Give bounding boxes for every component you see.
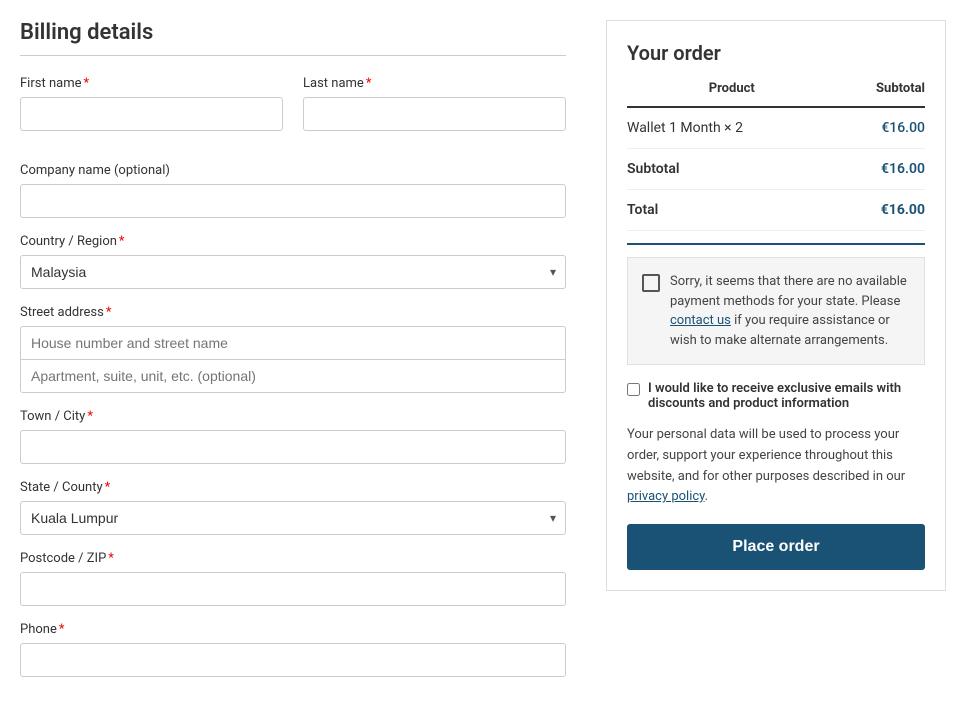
phone-required: * (59, 622, 65, 637)
subtotal-row: Subtotal €16.00 (627, 149, 925, 190)
street-group: Street address* (20, 305, 566, 393)
postcode-group: Postcode / ZIP* (20, 551, 566, 606)
page-container: Billing details First name* Last name* C… (20, 20, 946, 693)
notice-icon-inner (642, 274, 660, 292)
state-select[interactable]: Kuala Lumpur Selangor Penang Johor Sabah… (20, 501, 566, 535)
last-name-label: Last name* (303, 76, 566, 91)
country-label: Country / Region* (20, 234, 566, 249)
last-name-input[interactable] (303, 97, 566, 131)
order-table: Product Subtotal Wallet 1 Month × 2 €16.… (627, 81, 925, 231)
phone-group: Phone* (20, 622, 566, 677)
contact-us-link[interactable]: contact us (670, 313, 731, 328)
postcode-input[interactable] (20, 572, 566, 606)
order-divider (627, 243, 925, 245)
billing-title: Billing details (20, 20, 566, 45)
state-group: State / County* Kuala Lumpur Selangor Pe… (20, 480, 566, 535)
first-name-required: * (83, 76, 89, 91)
country-group: Country / Region* Malaysia Singapore Ind… (20, 234, 566, 289)
total-label: Total (627, 190, 837, 231)
total-row: Total €16.00 (627, 190, 925, 231)
email-checkbox-row: I would like to receive exclusive emails… (627, 381, 925, 411)
order-section: Your order Product Subtotal Wallet 1 Mon… (606, 20, 946, 693)
notice-box: Sorry, it seems that there are no availa… (627, 257, 925, 365)
postcode-label: Postcode / ZIP* (20, 551, 566, 566)
town-required: * (87, 409, 93, 424)
phone-label: Phone* (20, 622, 566, 637)
privacy-policy-link[interactable]: privacy policy (627, 489, 705, 504)
state-required: * (105, 480, 111, 495)
order-box: Your order Product Subtotal Wallet 1 Mon… (606, 20, 946, 591)
col-subtotal-header: Subtotal (837, 81, 925, 107)
last-name-group: Last name* (303, 76, 566, 131)
company-name-group: Company name (optional) (20, 163, 566, 218)
company-name-label: Company name (optional) (20, 163, 566, 178)
country-select-wrapper: Malaysia Singapore Indonesia Thailand Ph… (20, 255, 566, 289)
street-input-1[interactable] (20, 326, 566, 359)
postcode-required: * (108, 551, 114, 566)
street-input-2[interactable] (20, 359, 566, 393)
phone-input[interactable] (20, 643, 566, 677)
street-label: Street address* (20, 305, 566, 320)
email-checkbox-label: I would like to receive exclusive emails… (648, 381, 925, 411)
country-required: * (119, 234, 125, 249)
subtotal-label: Subtotal (627, 149, 837, 190)
street-required: * (106, 305, 112, 320)
billing-section: Billing details First name* Last name* C… (20, 20, 566, 693)
table-row: Wallet 1 Month × 2 €16.00 (627, 107, 925, 149)
country-select[interactable]: Malaysia Singapore Indonesia Thailand Ph… (20, 255, 566, 289)
product-name: Wallet 1 Month × 2 (627, 107, 837, 149)
first-name-input[interactable] (20, 97, 283, 131)
col-product-header: Product (627, 81, 837, 107)
privacy-text: Your personal data will be used to proce… (627, 425, 925, 508)
product-price: €16.00 (837, 107, 925, 149)
name-row: First name* Last name* (20, 76, 566, 147)
first-name-group: First name* (20, 76, 283, 131)
last-name-required: * (366, 76, 372, 91)
notice-text: Sorry, it seems that there are no availa… (670, 272, 910, 350)
info-icon (642, 274, 660, 350)
town-group: Town / City* (20, 409, 566, 464)
place-order-button[interactable]: Place order (627, 524, 925, 570)
first-name-label: First name* (20, 76, 283, 91)
total-value: €16.00 (837, 190, 925, 231)
subtotal-value: €16.00 (837, 149, 925, 190)
billing-divider (20, 55, 566, 56)
state-select-wrapper: Kuala Lumpur Selangor Penang Johor Sabah… (20, 501, 566, 535)
order-title: Your order (627, 41, 925, 65)
town-label: Town / City* (20, 409, 566, 424)
email-checkbox[interactable] (627, 383, 640, 396)
company-name-input[interactable] (20, 184, 566, 218)
town-input[interactable] (20, 430, 566, 464)
state-label: State / County* (20, 480, 566, 495)
